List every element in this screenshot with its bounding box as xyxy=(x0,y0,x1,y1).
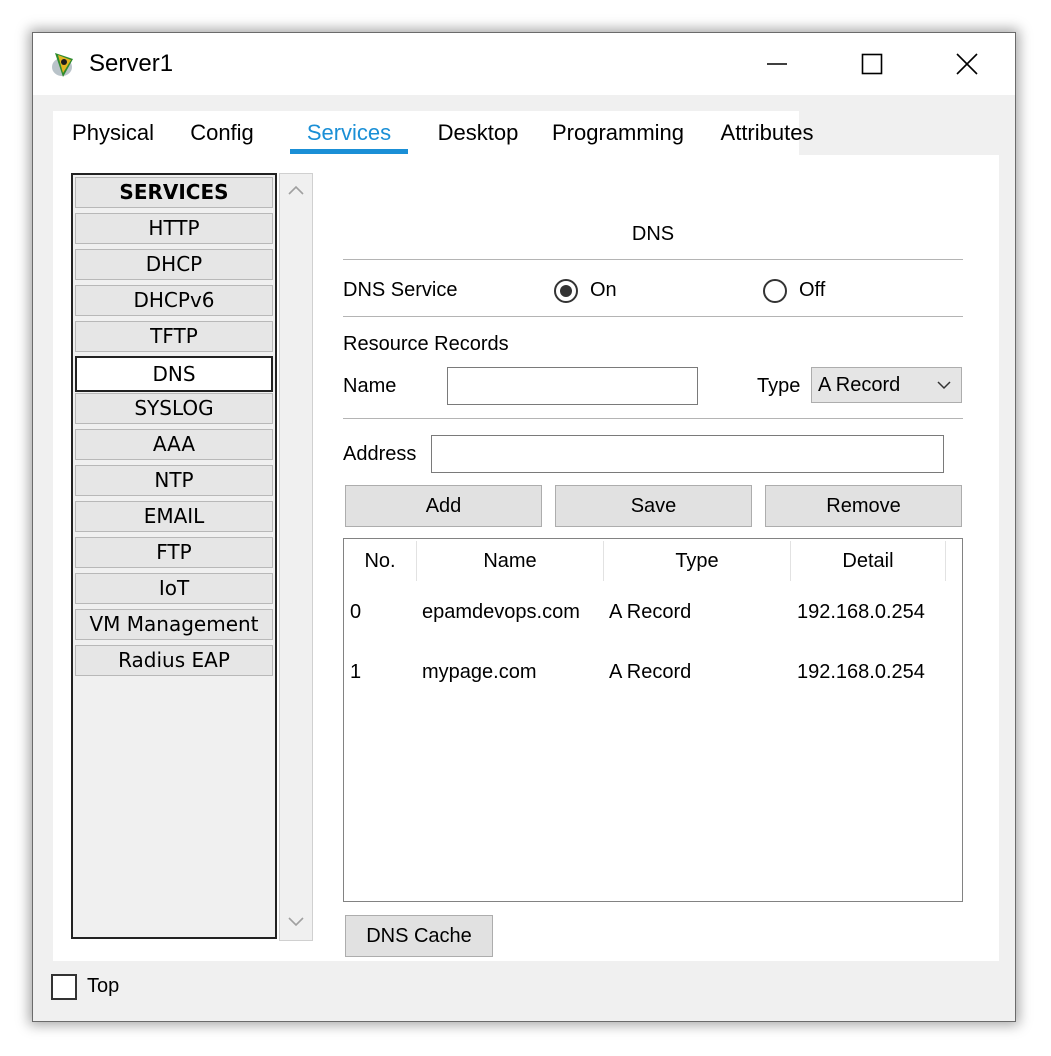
services-scrollbar[interactable] xyxy=(279,173,313,941)
dns-section-title: DNS xyxy=(631,223,675,245)
service-item-email[interactable]: EMAIL xyxy=(75,501,273,532)
dns-on-label[interactable]: On xyxy=(590,279,617,302)
top-label[interactable]: Top xyxy=(87,975,119,998)
service-item-ftp[interactable]: FTP xyxy=(75,537,273,568)
minimize-button[interactable] xyxy=(729,33,825,95)
cell-detail: 192.168.0.254 xyxy=(797,661,925,683)
tab-config[interactable]: Config xyxy=(179,111,265,155)
tab-programming[interactable]: Programming xyxy=(547,111,689,155)
name-input[interactable] xyxy=(447,367,698,405)
close-button[interactable] xyxy=(919,33,1015,95)
service-item-http[interactable]: HTTP xyxy=(75,213,273,244)
title-bar[interactable]: Server1 xyxy=(33,33,1015,95)
dns-on-radio[interactable] xyxy=(554,279,578,303)
resource-records-label: Resource Records xyxy=(343,333,509,355)
dns-off-radio[interactable] xyxy=(763,279,787,303)
services-header: SERVICES xyxy=(75,177,273,208)
server1-window: Server1 Physical Config Services Desktop… xyxy=(32,32,1016,1022)
close-icon xyxy=(956,53,978,75)
add-button[interactable]: Add xyxy=(345,485,542,527)
minimize-icon xyxy=(767,63,787,65)
divider xyxy=(343,316,963,318)
type-label: Type xyxy=(757,375,801,397)
service-item-radius-eap[interactable]: Radius EAP xyxy=(75,645,273,676)
address-input[interactable] xyxy=(431,435,944,473)
tab-attributes[interactable]: Attributes xyxy=(701,111,833,155)
remove-button[interactable]: Remove xyxy=(765,485,962,527)
chevron-down-icon xyxy=(937,381,951,390)
dns-records-table: No. Name Type Detail 0 epamdevops.com A … xyxy=(343,538,963,902)
cell-detail: 192.168.0.254 xyxy=(797,601,925,623)
type-select-value: A Record xyxy=(818,374,901,396)
scroll-down-icon[interactable] xyxy=(287,916,305,928)
column-header-detail[interactable]: Detail xyxy=(791,539,945,583)
tab-strip: Physical Config Services Desktop Program… xyxy=(53,111,813,155)
active-tab-indicator xyxy=(290,149,408,154)
packet-tracer-server-icon xyxy=(52,53,73,77)
service-item-dhcpv6[interactable]: DHCPv6 xyxy=(75,285,273,316)
maximize-button[interactable] xyxy=(824,33,920,95)
column-header-no[interactable]: No. xyxy=(344,539,416,583)
services-list: SERVICES HTTP DHCP DHCPv6 TFTP DNS SYSLO… xyxy=(71,173,277,939)
service-item-vm-management[interactable]: VM Management xyxy=(75,609,273,640)
radio-selected-dot xyxy=(560,285,572,297)
window-title: Server1 xyxy=(89,50,174,77)
service-item-tftp[interactable]: TFTP xyxy=(75,321,273,352)
column-separator xyxy=(945,541,946,581)
type-select[interactable]: A Record xyxy=(811,367,962,403)
service-item-aaa[interactable]: AAA xyxy=(75,429,273,460)
top-checkbox[interactable] xyxy=(51,974,77,1000)
divider xyxy=(343,418,963,420)
column-header-name[interactable]: Name xyxy=(417,539,603,583)
service-item-ntp[interactable]: NTP xyxy=(75,465,273,496)
cell-name: epamdevops.com xyxy=(422,601,580,623)
divider xyxy=(343,259,963,261)
name-label: Name xyxy=(343,375,397,397)
cell-type: A Record xyxy=(609,661,692,683)
service-item-dns[interactable]: DNS xyxy=(75,356,273,392)
service-item-iot[interactable]: IoT xyxy=(75,573,273,604)
cell-no: 0 xyxy=(350,601,362,623)
services-panel: SERVICES HTTP DHCP DHCPv6 TFTP DNS SYSLO… xyxy=(53,155,999,961)
tab-desktop[interactable]: Desktop xyxy=(417,111,539,155)
dns-service-label: DNS Service xyxy=(343,279,458,301)
column-header-type[interactable]: Type xyxy=(604,539,790,583)
save-button[interactable]: Save xyxy=(555,485,752,527)
service-item-dhcp[interactable]: DHCP xyxy=(75,249,273,280)
cell-no: 1 xyxy=(350,661,362,683)
dns-cache-button[interactable]: DNS Cache xyxy=(345,915,493,957)
maximize-icon xyxy=(861,53,883,75)
scroll-up-icon[interactable] xyxy=(287,184,305,196)
address-label: Address xyxy=(343,443,417,465)
service-item-syslog[interactable]: SYSLOG xyxy=(75,393,273,424)
cell-type: A Record xyxy=(609,601,692,623)
cell-name: mypage.com xyxy=(422,661,537,683)
tab-physical[interactable]: Physical xyxy=(55,111,171,155)
dns-off-label[interactable]: Off xyxy=(799,279,825,302)
